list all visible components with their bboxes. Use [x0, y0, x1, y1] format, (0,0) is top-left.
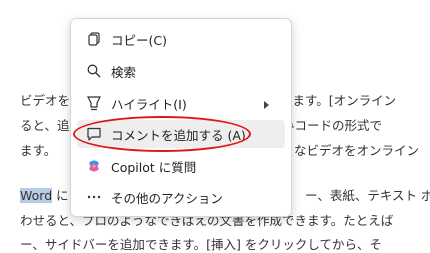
highlighter-icon	[85, 94, 103, 112]
comment-icon	[85, 125, 103, 143]
menu-item-other-actions-label: その他のアクション	[111, 190, 223, 206]
doc-line-6: ー、サイドバーを追加できます。[挿入] をクリックしてから、そ	[20, 237, 382, 252]
submenu-arrow-icon	[263, 98, 271, 113]
more-icon	[85, 188, 103, 206]
menu-item-copilot-label: Copilot に質問	[111, 159, 197, 175]
menu-item-highlight[interactable]: ハイライト(I)	[77, 89, 285, 117]
menu-item-search[interactable]: 検索	[77, 57, 285, 85]
doc-line-1: ビデオを	[20, 93, 71, 108]
menu-item-search-label: 検索	[111, 64, 137, 80]
doc-line-4-text: に	[56, 188, 69, 203]
copy-icon	[85, 30, 103, 48]
menu-item-highlight-label: ハイライト(I)	[111, 96, 187, 112]
doc-line-2: ると、追	[20, 118, 70, 133]
context-menu: コピー(C) 検索 ハイライト(I) コメントを追加する (A) Copilot…	[70, 18, 292, 217]
menu-item-copilot[interactable]: Copilot に質問	[77, 152, 285, 180]
search-icon	[85, 62, 103, 80]
doc-line-3: ます。	[20, 143, 57, 158]
menu-item-copy[interactable]: コピー(C)	[77, 25, 285, 53]
copilot-icon	[85, 157, 103, 175]
doc-line-3-right: なビデオをオンライン	[294, 143, 420, 158]
selected-word[interactable]: Word	[20, 188, 53, 203]
menu-item-add-comment[interactable]: コメントを追加する (A)	[77, 120, 285, 148]
doc-line-4: Word に	[20, 188, 69, 204]
doc-line-4-right: ー、表紙、テキスト ボ	[305, 188, 430, 203]
menu-item-other-actions[interactable]: その他のアクション	[77, 183, 285, 211]
menu-item-copy-label: コピー(C)	[111, 32, 167, 48]
menu-item-add-comment-label: コメントを追加する (A)	[111, 127, 246, 143]
